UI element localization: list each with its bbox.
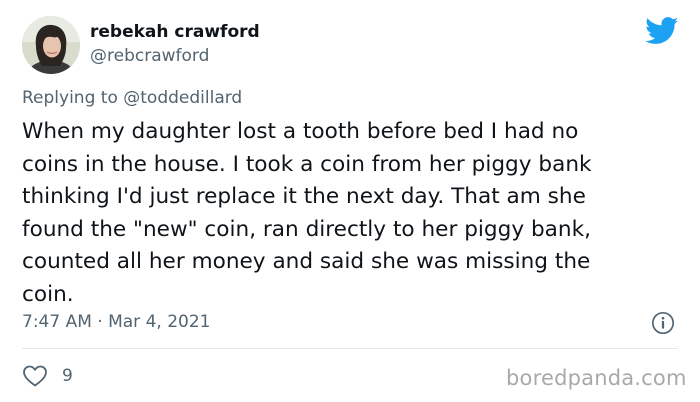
tweet-timestamp[interactable]: 7:47 AM · Mar 4, 2021 — [22, 312, 210, 332]
author-name[interactable]: rebekah crawford — [90, 22, 260, 42]
tweet-card: rebekah crawford @rebcrawford Replying t… — [0, 0, 700, 402]
twitter-bird-icon[interactable] — [645, 17, 679, 45]
tweet-text: When my daughter lost a tooth before bed… — [22, 119, 592, 307]
reply-prefix: Replying to — [22, 88, 124, 108]
heart-icon — [22, 364, 48, 388]
reply-mention-link[interactable]: @toddedillard — [123, 88, 242, 108]
info-icon[interactable] — [651, 311, 675, 335]
like-button[interactable]: 9 — [22, 364, 73, 388]
author-handle[interactable]: @rebcrawford — [90, 46, 209, 66]
divider — [22, 348, 678, 349]
profile-photo-icon — [22, 16, 80, 74]
avatar[interactable] — [22, 16, 80, 74]
reply-context: Replying to @toddedillard — [22, 88, 242, 108]
watermark: boredpanda.com — [506, 366, 687, 390]
like-count: 9 — [62, 366, 73, 386]
